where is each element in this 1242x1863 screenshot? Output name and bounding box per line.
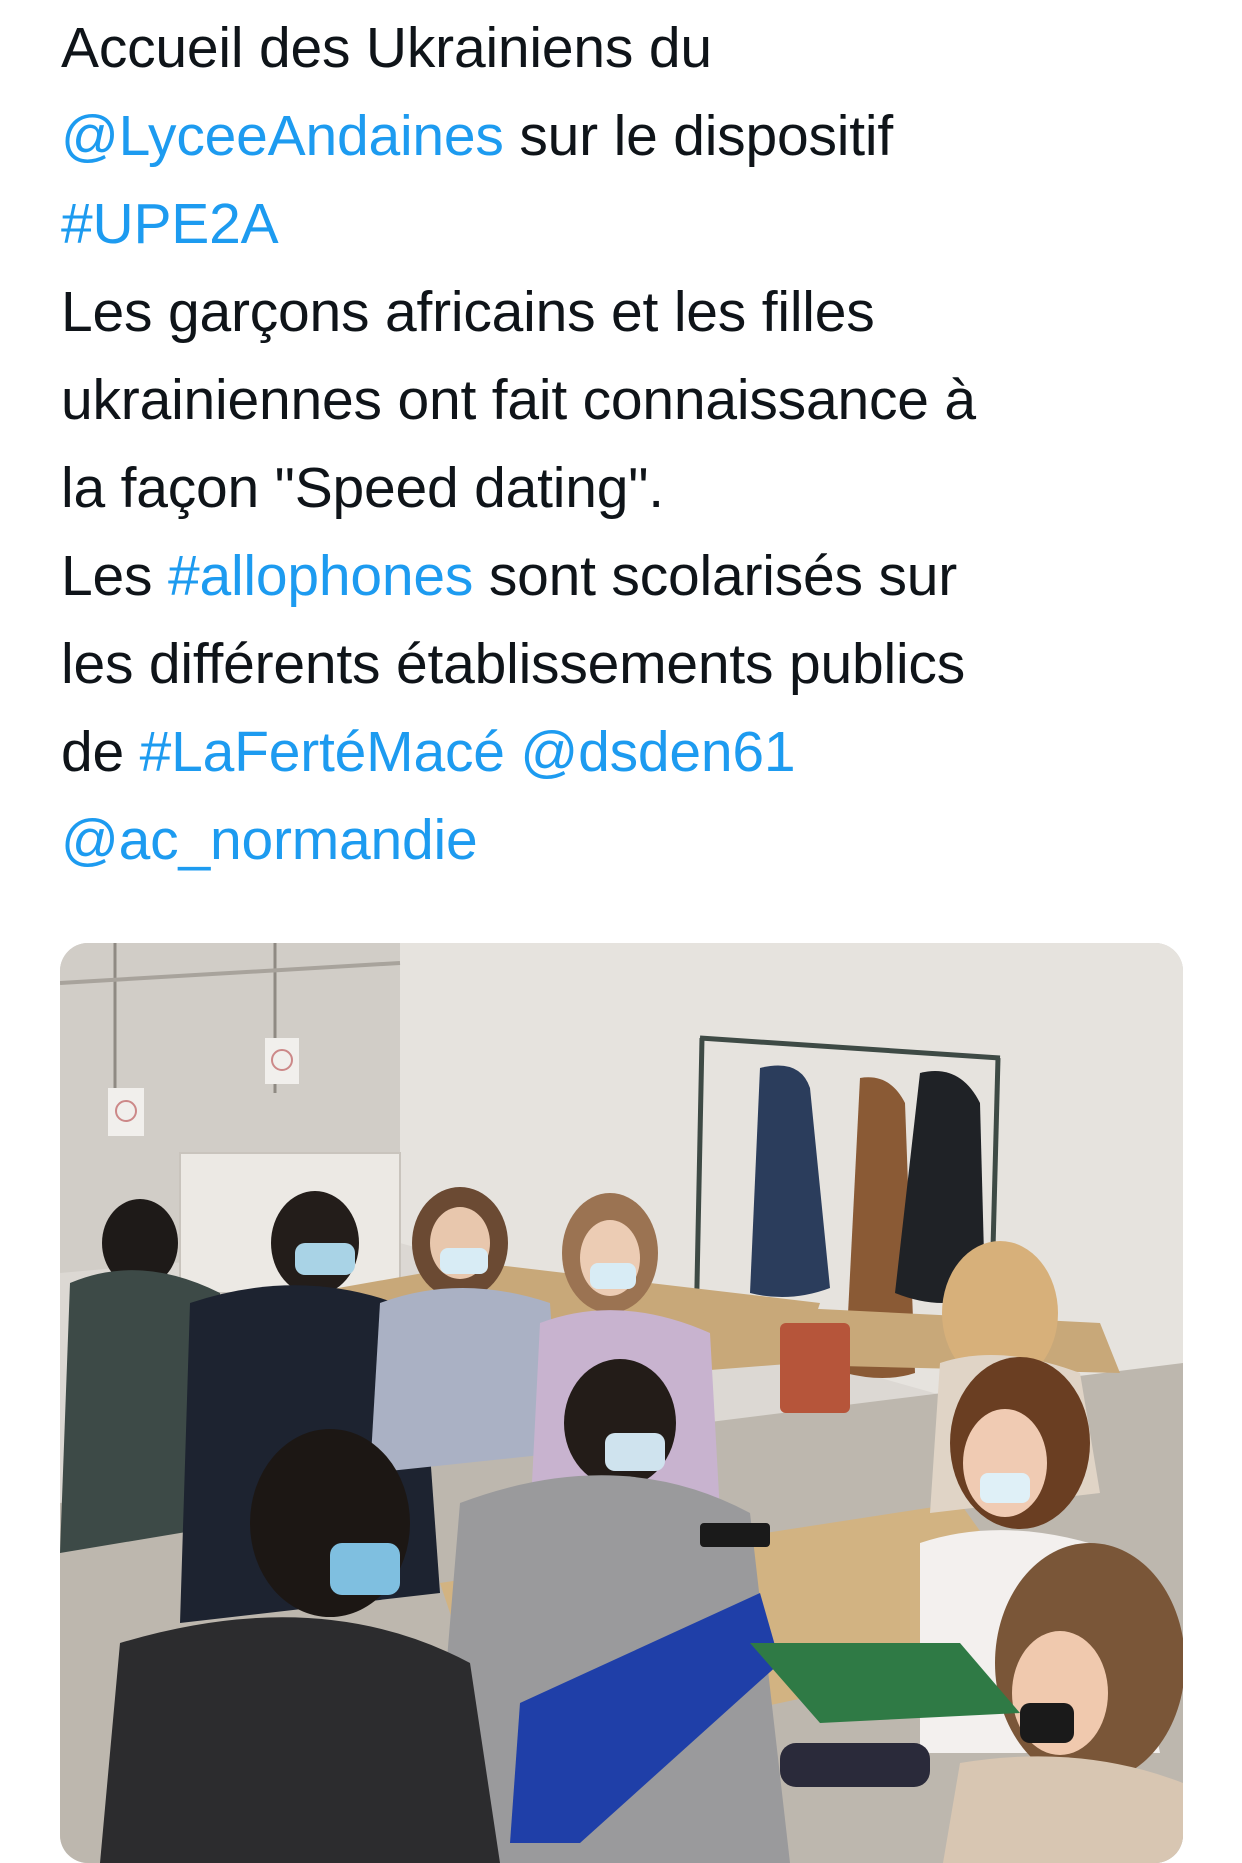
tweet-text-segment: sont scolarisés sur (473, 544, 958, 608)
tweet-line: #UPE2A (61, 180, 1181, 268)
tweet-text-segment: ukrainiennes ont fait connaissance à (61, 368, 976, 432)
tweet-line: ukrainiennes ont fait connaissance à (61, 356, 1181, 444)
tweet-text-segment: Les garçons africains et les filles (61, 280, 875, 344)
tweet-line: Accueil des Ukrainiens du (61, 4, 1181, 92)
hashtag-link[interactable]: #allophones (168, 544, 473, 608)
tweet-text: Accueil des Ukrainiens du @LyceeAndaines … (61, 4, 1181, 884)
tweet-line: de #LaFertéMacé @dsden61 (61, 708, 1181, 796)
tweet-text-segment: Accueil des Ukrainiens du (61, 16, 712, 80)
tweet-line: les différents établissements publics (61, 620, 1181, 708)
tweet-text-segment: la façon "Speed dating". (61, 456, 664, 520)
tweet-photo[interactable] (60, 943, 1183, 1863)
mention-link[interactable]: @dsden61 (520, 720, 795, 784)
tweet-line: @LyceeAndaines sur le dispositif (61, 92, 1181, 180)
hashtag-link[interactable]: #UPE2A (61, 192, 279, 256)
tweet-text-segment (505, 720, 521, 784)
tweet-text-segment: de (61, 720, 140, 784)
mention-link[interactable]: @LyceeAndaines (61, 104, 504, 168)
tweet-line: Les #allophones sont scolarisés sur (61, 532, 1181, 620)
mention-link[interactable]: @ac_normandie (61, 808, 478, 872)
tweet-line: @ac_normandie (61, 796, 1181, 884)
tweet-text-segment: sur le dispositif (503, 104, 893, 168)
tweet-text-segment: Les (61, 544, 168, 608)
classroom-photo-illustration (60, 943, 1183, 1863)
tweet-text-segment: les différents établissements publics (61, 632, 966, 696)
hashtag-link[interactable]: #LaFertéMacé (140, 720, 505, 784)
tweet-line: Les garçons africains et les filles (61, 268, 1181, 356)
tweet-line: la façon "Speed dating". (61, 444, 1181, 532)
